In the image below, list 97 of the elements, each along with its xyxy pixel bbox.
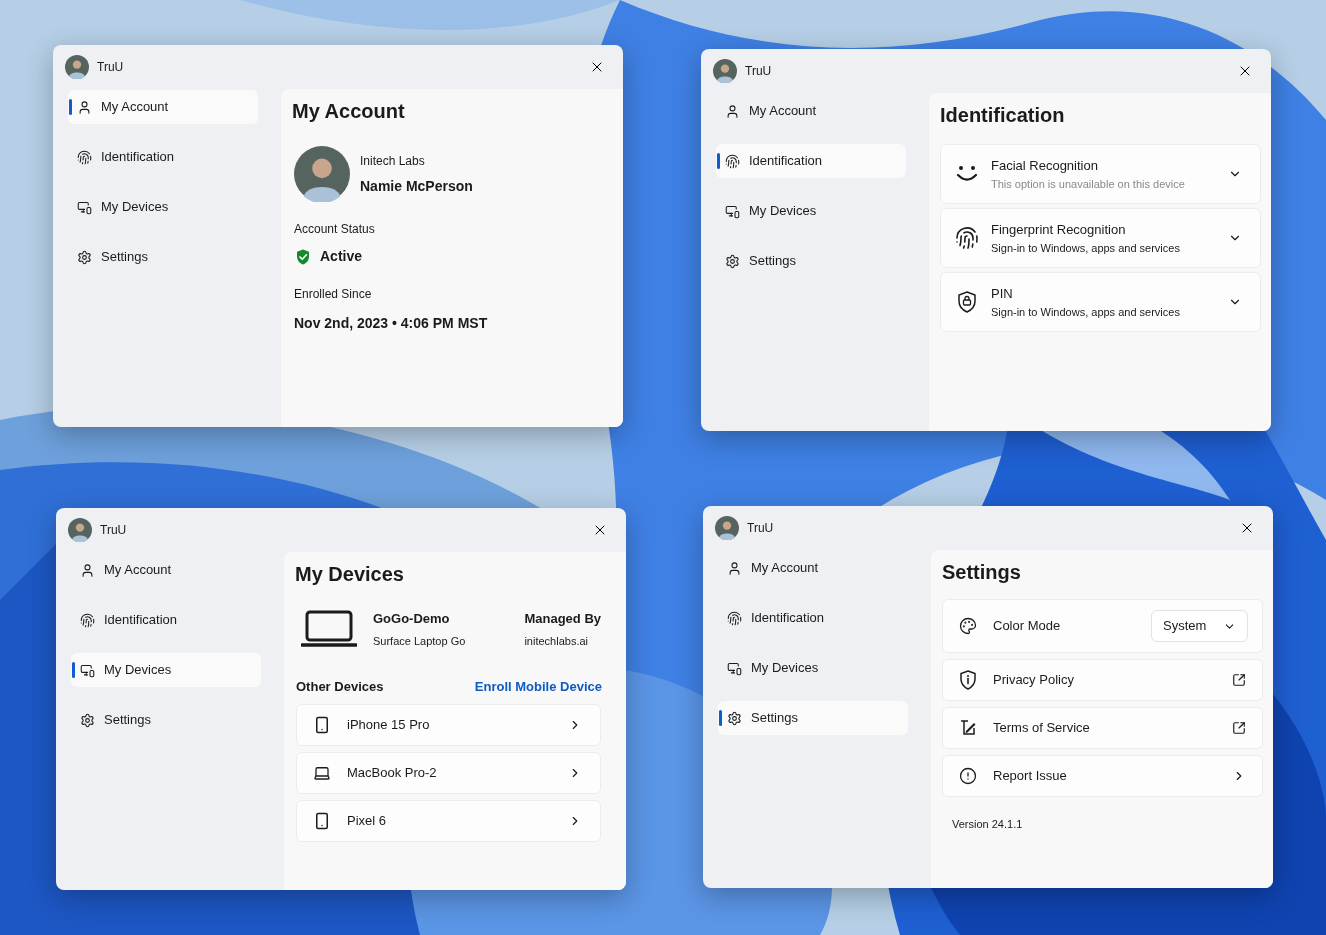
selection-indicator <box>69 99 72 115</box>
fingerprint-icon <box>80 612 95 628</box>
option-card[interactable]: Fingerprint Recognition Sign-in to Windows, apps and services <box>940 208 1261 268</box>
avatar <box>294 146 350 202</box>
app-title: TruU <box>747 520 774 537</box>
app-title: TruU <box>97 59 124 76</box>
color-mode-dropdown[interactable]: System <box>1151 610 1248 642</box>
devices-icon <box>725 203 740 219</box>
version-text: Version 24.1.1 <box>952 818 1023 830</box>
nav-item[interactable]: My Account <box>716 94 906 128</box>
external-link-icon <box>1232 721 1246 735</box>
option-subtitle: This option is unavailable on this device <box>991 176 1185 192</box>
alert-icon <box>959 767 977 785</box>
device-name: MacBook Pro-2 <box>347 763 437 782</box>
avatar <box>715 516 739 540</box>
option-subtitle: Sign-in to Windows, apps and services <box>991 240 1180 256</box>
laptop-icon <box>301 610 357 648</box>
phone-icon <box>313 715 331 734</box>
device-row[interactable]: Pixel 6 <box>296 799 601 842</box>
enrolled-date: Nov 2nd, 2023 • 4:06 PM MST <box>294 314 489 333</box>
organization-name: Initech Labs <box>360 152 426 170</box>
person-icon <box>80 562 95 578</box>
selection-indicator <box>719 710 722 726</box>
nav-item[interactable]: Settings <box>68 240 258 274</box>
field-label: Enrolled Since <box>294 286 373 303</box>
section-label: Other Devices <box>296 678 384 696</box>
settings-row[interactable]: Privacy Policy <box>942 659 1263 701</box>
nav-item[interactable]: My Account <box>71 553 261 587</box>
managed-by: initechlabs.ai <box>524 633 589 649</box>
settings-icon <box>727 710 742 726</box>
document-pen-icon <box>959 719 977 737</box>
device-model: Surface Laptop Go <box>373 633 466 649</box>
option-title: Fingerprint Recognition <box>991 221 1127 239</box>
fingerprint-icon <box>77 149 92 165</box>
devices-icon <box>80 662 95 678</box>
page-heading: Identification <box>940 103 1066 128</box>
page-heading: My Account <box>292 99 406 124</box>
field-label: Account Status <box>294 221 376 238</box>
page-heading: Settings <box>942 560 1022 585</box>
option-card[interactable]: PIN Sign-in to Windows, apps and services <box>940 272 1261 332</box>
option-title: PIN <box>991 285 1014 303</box>
person-icon <box>77 99 92 115</box>
nav-item[interactable]: My Account <box>718 551 908 585</box>
settings-label: Terms of Service <box>993 719 1090 738</box>
fingerprint-icon <box>727 610 742 626</box>
nav-item[interactable]: My Account <box>68 90 258 124</box>
nav-item[interactable]: Settings <box>718 701 908 735</box>
shield-check-icon <box>294 247 312 266</box>
device-row[interactable]: MacBook Pro-2 <box>296 751 601 794</box>
nav-item[interactable]: Identification <box>718 601 908 635</box>
settings-icon <box>80 712 95 728</box>
settings-row[interactable]: Color Mode System <box>942 599 1263 653</box>
app-title: TruU <box>745 63 772 80</box>
palette-icon <box>959 617 977 635</box>
fingerprint-icon <box>955 226 979 250</box>
settings-row[interactable]: Terms of Service <box>942 707 1263 749</box>
app-title: TruU <box>100 522 127 539</box>
settings-row[interactable]: Report Issue <box>942 755 1263 797</box>
selection-indicator <box>72 662 75 678</box>
user-name: Namie McPerson <box>360 176 473 196</box>
device-name: iPhone 15 Pro <box>347 715 430 734</box>
nav-item[interactable]: Identification <box>716 144 906 178</box>
nav-item[interactable]: My Devices <box>718 651 908 685</box>
devices-icon <box>77 199 92 215</box>
option-title: Facial Recognition <box>991 157 1099 175</box>
avatar <box>68 518 92 542</box>
page-heading: My Devices <box>295 562 405 587</box>
shield-lock-icon <box>957 291 977 313</box>
settings-label: Color Mode <box>993 617 1061 636</box>
status-text: Active <box>320 247 363 266</box>
person-icon <box>727 560 742 576</box>
fingerprint-icon <box>725 153 740 169</box>
settings-icon <box>77 249 92 265</box>
device-name: Pixel 6 <box>347 811 387 830</box>
nav-item[interactable]: Identification <box>71 603 261 637</box>
nav-item[interactable]: My Devices <box>716 194 906 228</box>
device-row[interactable]: iPhone 15 Pro <box>296 703 601 746</box>
nav-item[interactable]: Settings <box>716 244 906 278</box>
external-link-icon <box>1232 673 1246 687</box>
shield-info-icon <box>959 670 977 690</box>
phone-icon <box>313 811 331 830</box>
settings-icon <box>725 253 740 269</box>
enroll-link[interactable]: Enroll Mobile Device <box>474 677 602 697</box>
devices-icon <box>727 660 742 676</box>
option-subtitle: Sign-in to Windows, apps and services <box>991 304 1180 320</box>
person-icon <box>725 103 740 119</box>
device-name: GoGo-Demo <box>373 610 451 628</box>
settings-label: Report Issue <box>993 767 1067 786</box>
field-label: Managed By <box>524 610 601 628</box>
nav-item[interactable]: My Devices <box>71 653 261 687</box>
avatar <box>65 55 89 79</box>
settings-label: Privacy Policy <box>993 671 1074 690</box>
nav-item[interactable]: My Devices <box>68 190 258 224</box>
nav-item[interactable]: Settings <box>71 703 261 737</box>
avatar <box>713 59 737 83</box>
nav-item[interactable]: Identification <box>68 140 258 174</box>
selection-indicator <box>717 153 720 169</box>
